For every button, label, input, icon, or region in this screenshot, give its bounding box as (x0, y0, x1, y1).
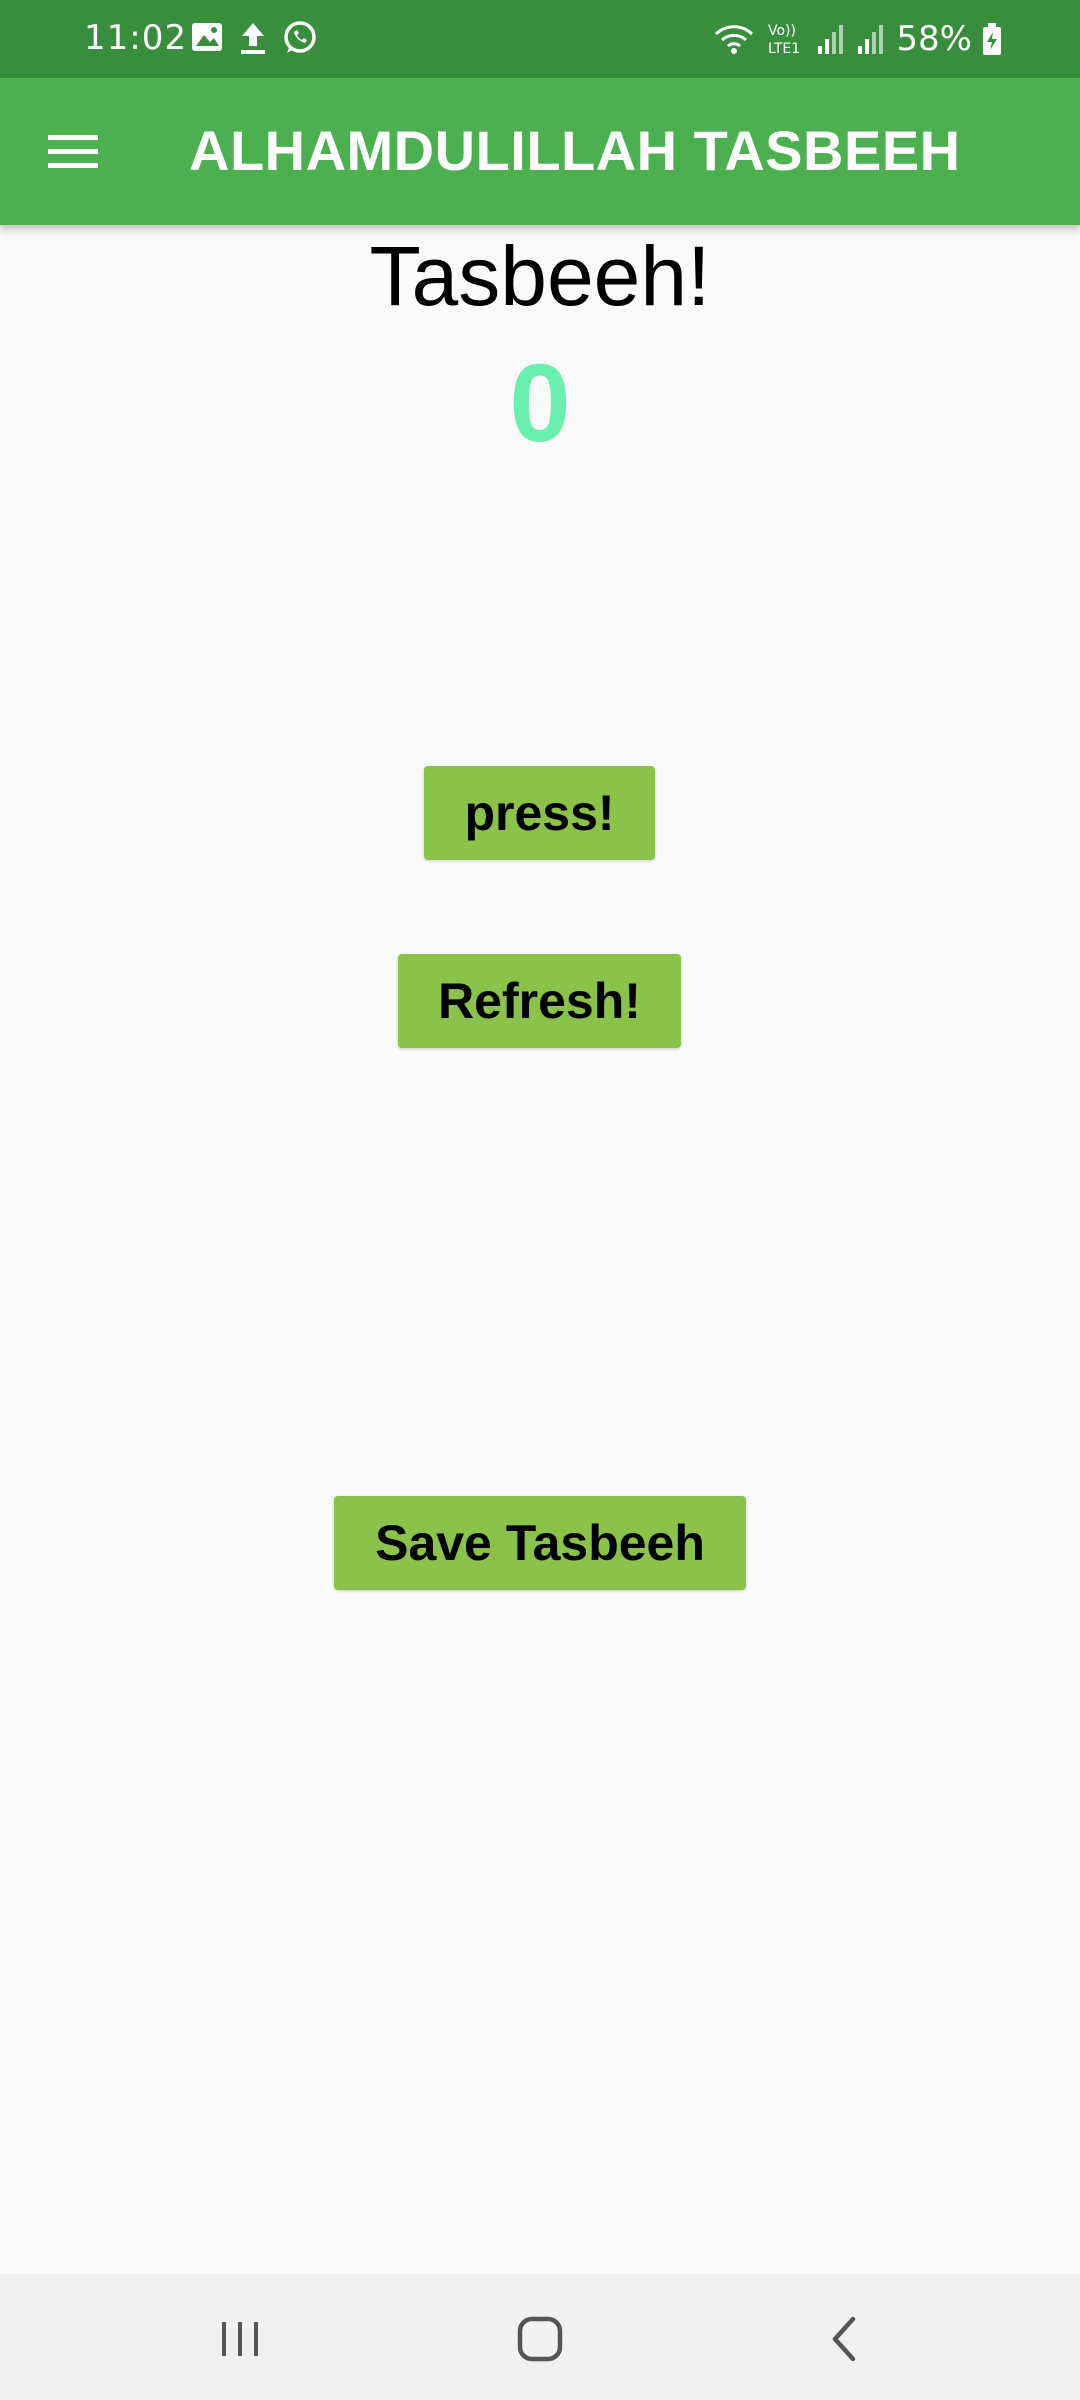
system-icons: Vo)) LTE1 58% (712, 18, 1002, 60)
app-bar: ALHAMDULILLAH TASBEEH (0, 78, 1080, 225)
tasbeeh-counter: 0 (509, 342, 571, 465)
app-title: ALHAMDULILLAH TASBEEH (189, 119, 961, 182)
volte-icon: Vo)) LTE1 (768, 23, 800, 57)
wifi-icon (715, 25, 754, 54)
svg-text:Vo)): Vo)) (768, 23, 796, 39)
battery-charging-icon (983, 23, 1001, 55)
battery-percent: 58% (896, 19, 972, 59)
upload-icon (241, 23, 265, 54)
signal-icon (818, 25, 844, 54)
notification-icons (190, 20, 318, 60)
back-icon[interactable] (815, 2314, 875, 2364)
whatsapp-icon (284, 21, 316, 53)
system-nav-bar (0, 2274, 1080, 2400)
svg-text:LTE1: LTE1 (768, 41, 800, 57)
refresh-button[interactable]: Refresh! (398, 954, 681, 1048)
home-icon[interactable] (510, 2314, 570, 2364)
hamburger-menu-icon[interactable] (48, 130, 98, 172)
page-heading: Tasbeeh! (369, 229, 711, 323)
save-tasbeeh-button[interactable]: Save Tasbeeh (334, 1496, 746, 1590)
signal-icon (858, 25, 884, 54)
recents-icon[interactable] (210, 2314, 270, 2364)
gallery-icon (192, 23, 222, 51)
status-time: 11:02 (84, 18, 187, 58)
status-bar: 11:02 Vo)) LTE1 58% (0, 0, 1080, 78)
press-button[interactable]: press! (424, 766, 655, 860)
